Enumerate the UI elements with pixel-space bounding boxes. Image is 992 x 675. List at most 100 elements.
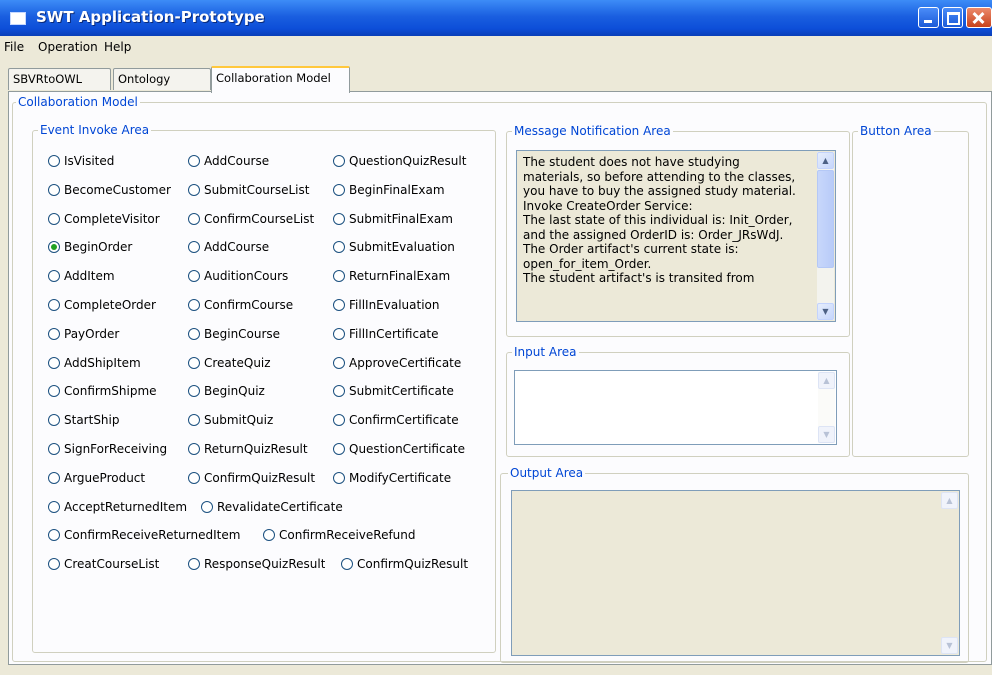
event-radio-submitquiz[interactable]: SubmitQuiz bbox=[188, 413, 330, 427]
event-radio-creatcourselist[interactable]: CreatCourseList bbox=[48, 557, 159, 571]
event-radio-questioncertificate[interactable]: QuestionCertificate bbox=[333, 442, 476, 456]
event-radio-becomecustomer[interactable]: BecomeCustomer bbox=[48, 183, 183, 197]
event-radio-signforreceiving[interactable]: SignForReceiving bbox=[48, 442, 183, 456]
close-button[interactable] bbox=[966, 7, 992, 28]
menu-operation[interactable]: Operation bbox=[38, 40, 98, 54]
event-radio-addcourse[interactable]: AddCourse bbox=[188, 240, 330, 254]
event-radio-additem[interactable]: AddItem bbox=[48, 269, 183, 283]
radio-circle-icon[interactable] bbox=[333, 414, 345, 426]
event-radio-acceptreturneditem[interactable]: AcceptReturnedItem bbox=[48, 500, 187, 514]
radio-circle-icon[interactable] bbox=[188, 472, 200, 484]
radio-circle-icon[interactable] bbox=[48, 529, 60, 541]
radio-circle-icon[interactable] bbox=[188, 155, 200, 167]
scroll-up-icon[interactable]: ▲ bbox=[817, 152, 834, 169]
event-radio-submitcourselist[interactable]: SubmitCourseList bbox=[188, 183, 330, 197]
tab-sbvrtoowl[interactable]: SBVRtoOWL bbox=[8, 68, 111, 90]
event-radio-submitevaluation[interactable]: SubmitEvaluation bbox=[333, 240, 476, 254]
event-radio-fillincertificate[interactable]: FillInCertificate bbox=[333, 327, 476, 341]
event-radio-completeorder[interactable]: CompleteOrder bbox=[48, 298, 183, 312]
radio-circle-icon[interactable] bbox=[188, 299, 200, 311]
radio-circle-icon[interactable] bbox=[333, 443, 345, 455]
tab-ontology-model[interactable]: Ontology Model bbox=[113, 68, 211, 107]
radio-circle-icon[interactable] bbox=[201, 501, 213, 513]
radio-circle-icon[interactable] bbox=[188, 270, 200, 282]
event-radio-returnquizresult[interactable]: ReturnQuizResult bbox=[188, 442, 330, 456]
message-scrollbar[interactable]: ▲ ▼ bbox=[817, 152, 834, 320]
radio-circle-icon[interactable] bbox=[48, 357, 60, 369]
maximize-button[interactable] bbox=[942, 7, 963, 28]
event-radio-submitfinalexam[interactable]: SubmitFinalExam bbox=[333, 212, 476, 226]
radio-circle-icon[interactable] bbox=[188, 328, 200, 340]
radio-circle-icon[interactable] bbox=[48, 155, 60, 167]
event-radio-completevisitor[interactable]: CompleteVisitor bbox=[48, 212, 183, 226]
radio-circle-icon[interactable] bbox=[333, 385, 345, 397]
title-bar[interactable]: SWT Application-Prototype bbox=[0, 0, 992, 36]
radio-circle-icon[interactable] bbox=[188, 357, 200, 369]
radio-circle-icon[interactable] bbox=[48, 328, 60, 340]
radio-circle-icon[interactable] bbox=[333, 270, 345, 282]
radio-circle-icon[interactable] bbox=[188, 241, 200, 253]
event-radio-isvisited[interactable]: IsVisited bbox=[48, 154, 183, 168]
event-radio-approvecertificate[interactable]: ApproveCertificate bbox=[333, 356, 476, 370]
input-textarea[interactable]: ▲ ▼ bbox=[514, 370, 837, 445]
event-radio-beginfinalexam[interactable]: BeginFinalExam bbox=[333, 183, 476, 197]
radio-circle-icon[interactable] bbox=[333, 213, 345, 225]
radio-circle-icon[interactable] bbox=[263, 529, 275, 541]
event-radio-begincourse[interactable]: BeginCourse bbox=[188, 327, 330, 341]
menu-file[interactable]: File bbox=[4, 40, 24, 54]
radio-circle-icon[interactable] bbox=[48, 385, 60, 397]
radio-circle-icon[interactable] bbox=[333, 299, 345, 311]
radio-circle-icon[interactable] bbox=[48, 472, 60, 484]
scroll-thumb[interactable] bbox=[817, 170, 834, 268]
event-radio-confirmquizresult[interactable]: ConfirmQuizResult bbox=[341, 557, 468, 571]
radio-circle-icon[interactable] bbox=[333, 472, 345, 484]
radio-circle-icon[interactable] bbox=[48, 443, 60, 455]
scroll-down-icon[interactable]: ▼ bbox=[941, 637, 958, 654]
radio-circle-icon[interactable] bbox=[48, 270, 60, 282]
output-scrollbar[interactable]: ▲ ▼ bbox=[941, 492, 958, 654]
radio-circle-icon[interactable] bbox=[48, 299, 60, 311]
radio-circle-icon[interactable] bbox=[188, 184, 200, 196]
minimize-button[interactable] bbox=[918, 7, 939, 28]
output-textarea[interactable]: ▲ ▼ bbox=[511, 490, 960, 656]
radio-circle-icon[interactable] bbox=[48, 184, 60, 196]
scroll-down-icon[interactable]: ▼ bbox=[817, 303, 834, 320]
event-radio-confirmcourselist[interactable]: ConfirmCourseList bbox=[188, 212, 330, 226]
event-radio-submitcertificate[interactable]: SubmitCertificate bbox=[333, 384, 476, 398]
radio-circle-icon[interactable] bbox=[333, 241, 345, 253]
radio-circle-icon[interactable] bbox=[48, 501, 60, 513]
event-radio-confirmcertificate[interactable]: ConfirmCertificate bbox=[333, 413, 476, 427]
input-scrollbar[interactable]: ▲ ▼ bbox=[818, 372, 835, 443]
radio-circle-icon[interactable] bbox=[48, 414, 60, 426]
tab-collaboration-model[interactable]: Collaboration Model bbox=[211, 66, 350, 93]
event-radio-responsequizresult[interactable]: ResponseQuizResult bbox=[188, 557, 325, 571]
scroll-up-icon[interactable]: ▲ bbox=[818, 372, 835, 389]
event-radio-addshipitem[interactable]: AddShipItem bbox=[48, 356, 183, 370]
menu-help[interactable]: Help bbox=[104, 40, 131, 54]
event-radio-questionquizresult[interactable]: QuestionQuizResult bbox=[333, 154, 476, 168]
event-radio-confirmreceivereturneditem[interactable]: ConfirmReceiveReturnedItem bbox=[48, 528, 240, 542]
radio-circle-icon[interactable] bbox=[188, 213, 200, 225]
event-radio-beginorder[interactable]: BeginOrder bbox=[48, 240, 183, 254]
radio-circle-icon[interactable] bbox=[188, 385, 200, 397]
radio-circle-icon[interactable] bbox=[333, 155, 345, 167]
event-radio-confirmquizresult[interactable]: ConfirmQuizResult bbox=[188, 471, 330, 485]
event-radio-confirmshipme[interactable]: ConfirmShipme bbox=[48, 384, 183, 398]
event-radio-startship[interactable]: StartShip bbox=[48, 413, 183, 427]
event-radio-argueproduct[interactable]: ArgueProduct bbox=[48, 471, 183, 485]
radio-circle-icon[interactable] bbox=[48, 558, 60, 570]
radio-circle-icon[interactable] bbox=[333, 184, 345, 196]
scroll-down-icon[interactable]: ▼ bbox=[818, 426, 835, 443]
radio-circle-icon[interactable] bbox=[188, 558, 200, 570]
radio-circle-icon[interactable] bbox=[48, 213, 60, 225]
radio-circle-icon[interactable] bbox=[333, 357, 345, 369]
radio-circle-icon[interactable] bbox=[48, 241, 60, 253]
message-textarea[interactable]: The student does not have studying mater… bbox=[516, 150, 836, 322]
event-radio-createquiz[interactable]: CreateQuiz bbox=[188, 356, 330, 370]
scroll-up-icon[interactable]: ▲ bbox=[941, 492, 958, 509]
event-radio-beginquiz[interactable]: BeginQuiz bbox=[188, 384, 330, 398]
radio-circle-icon[interactable] bbox=[333, 328, 345, 340]
event-radio-addcourse[interactable]: AddCourse bbox=[188, 154, 330, 168]
event-radio-returnfinalexam[interactable]: ReturnFinalExam bbox=[333, 269, 476, 283]
event-radio-confirmcourse[interactable]: ConfirmCourse bbox=[188, 298, 330, 312]
